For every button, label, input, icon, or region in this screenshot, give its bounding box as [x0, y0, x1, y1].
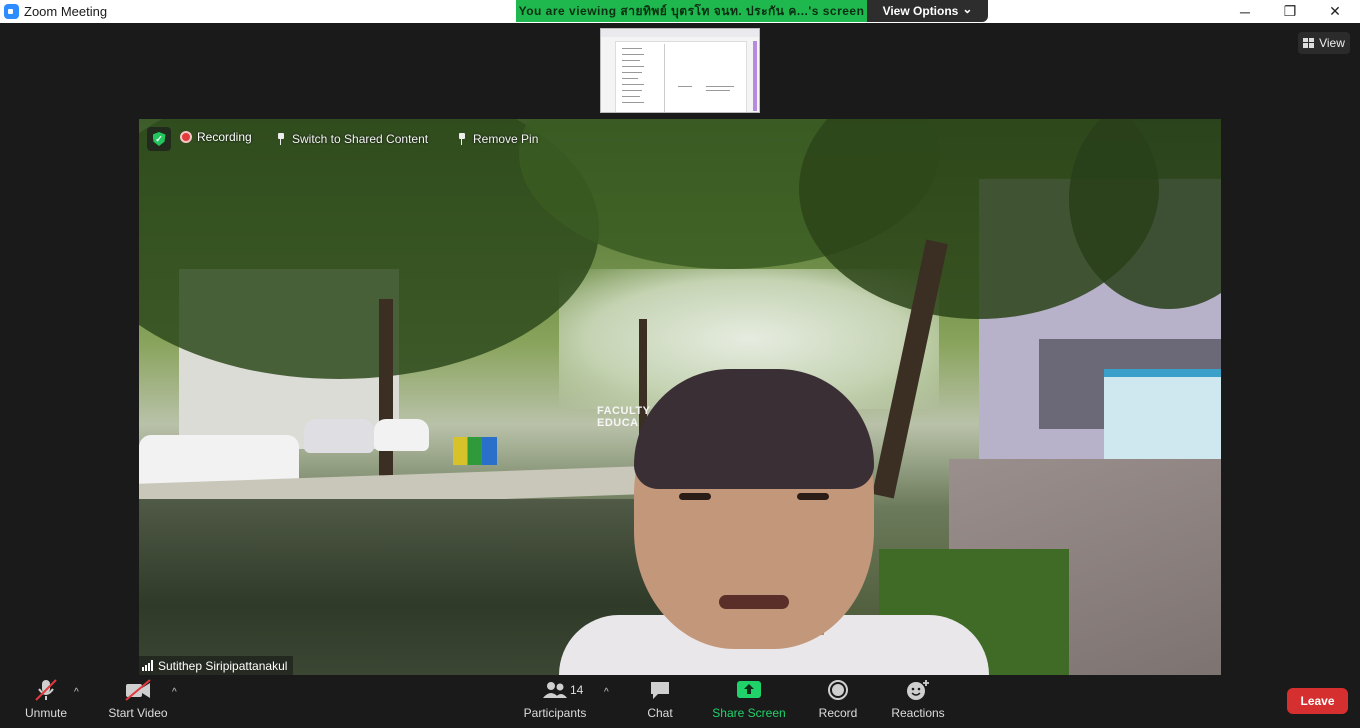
unmute-label: Unmute	[24, 706, 68, 720]
participant-name-tag: Sutithep Siripipattanakul	[139, 656, 294, 675]
leave-button[interactable]: Leave	[1287, 688, 1348, 714]
pin-icon	[458, 133, 466, 145]
reactions-label: Reactions	[891, 706, 945, 720]
participants-label: Participants	[523, 706, 587, 720]
share-screen-label: Share Screen	[712, 706, 786, 720]
share-screen-button[interactable]: Share Screen	[708, 676, 790, 726]
record-button[interactable]: Record	[814, 676, 862, 726]
view-button[interactable]: View	[1298, 32, 1350, 54]
participants-icon	[543, 682, 567, 698]
chat-bubble-icon	[651, 682, 669, 699]
window-title: Zoom Meeting	[24, 4, 108, 19]
grid-icon	[1303, 38, 1315, 48]
thumbnail-side-panel	[753, 41, 757, 111]
thumbnail-toolbar	[601, 29, 759, 37]
minimize-button[interactable]: ─	[1222, 0, 1268, 23]
participant-name: Sutithep Siripipattanakul	[158, 658, 288, 673]
reactions-button[interactable]: Reactions	[888, 676, 948, 726]
shared-screen-thumbnail[interactable]	[600, 28, 760, 113]
screen-share-banner: You are viewing สายทิพย์ บุตรโท จนท. ประ…	[516, 0, 867, 22]
view-options-button[interactable]: View Options ⌄	[867, 0, 988, 22]
view-button-label: View	[1319, 36, 1345, 50]
remove-pin-button[interactable]: Remove Pin	[458, 132, 538, 146]
audio-options-caret[interactable]: ^	[74, 687, 79, 698]
view-options-label: View Options	[882, 4, 959, 18]
unmute-button[interactable]: Unmute	[18, 676, 74, 726]
participants-options-caret[interactable]: ^	[604, 687, 609, 698]
switch-to-shared-content-button[interactable]: Switch to Shared Content	[277, 132, 428, 146]
share-screen-arrow-icon	[737, 681, 761, 698]
recording-indicator[interactable]: Recording	[180, 130, 252, 144]
zoom-logo-icon	[4, 4, 19, 19]
pin-icon	[277, 133, 285, 145]
close-button[interactable]: ✕	[1312, 0, 1358, 23]
participants-count: 14	[570, 683, 584, 697]
recycling-bins	[453, 437, 497, 465]
participant-video[interactable]: FACULTY OF EDUCA	[139, 119, 1221, 675]
thumbnail-page	[615, 41, 747, 112]
video-options-caret[interactable]: ^	[172, 687, 177, 698]
switch-label: Switch to Shared Content	[292, 132, 429, 146]
chevron-down-icon: ⌄	[962, 2, 973, 16]
start-video-button[interactable]: Start Video	[104, 676, 172, 726]
record-label: Record	[818, 706, 858, 720]
start-video-label: Start Video	[108, 706, 168, 720]
recording-dot-icon	[180, 131, 192, 143]
signal-strength-icon	[142, 660, 153, 671]
encryption-shield-icon[interactable]: ✓	[147, 127, 171, 151]
video-camera-off-icon	[125, 679, 151, 701]
remove-pin-label: Remove Pin	[473, 132, 539, 146]
participant-person	[559, 365, 989, 675]
meeting-toolbar	[0, 675, 1360, 728]
chat-button[interactable]: Chat	[640, 676, 680, 726]
microphone-muted-icon	[35, 679, 57, 701]
recording-label: Recording	[197, 130, 252, 144]
smiley-add-icon	[907, 680, 929, 700]
record-icon	[828, 680, 848, 700]
chat-label: Chat	[647, 706, 673, 720]
restore-button[interactable]: ❐	[1267, 0, 1313, 23]
